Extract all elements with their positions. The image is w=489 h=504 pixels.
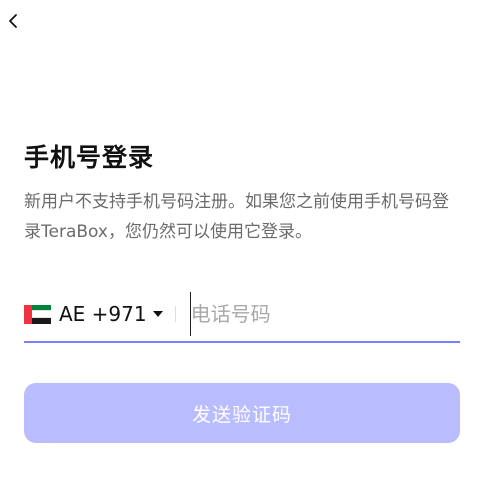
caret-down-icon xyxy=(152,311,163,317)
country-code-selector[interactable]: AE +971 xyxy=(24,292,163,336)
phone-input-underline xyxy=(24,341,460,343)
phone-input-row: AE +971 xyxy=(24,292,460,336)
back-button[interactable] xyxy=(2,10,24,36)
country-code-label: AE +971 xyxy=(59,302,147,326)
uae-flag-icon xyxy=(24,304,51,324)
chevron-left-icon xyxy=(7,13,19,33)
send-code-button[interactable]: 发送验证码 xyxy=(24,383,460,443)
login-description: 新用户不支持手机号码注册。如果您之前使用手机号码登录TeraBox，您仍然可以使… xyxy=(24,192,449,242)
field-divider xyxy=(174,306,176,322)
phone-number-input[interactable] xyxy=(189,292,460,336)
page-title: 手机号登录 xyxy=(24,143,155,172)
